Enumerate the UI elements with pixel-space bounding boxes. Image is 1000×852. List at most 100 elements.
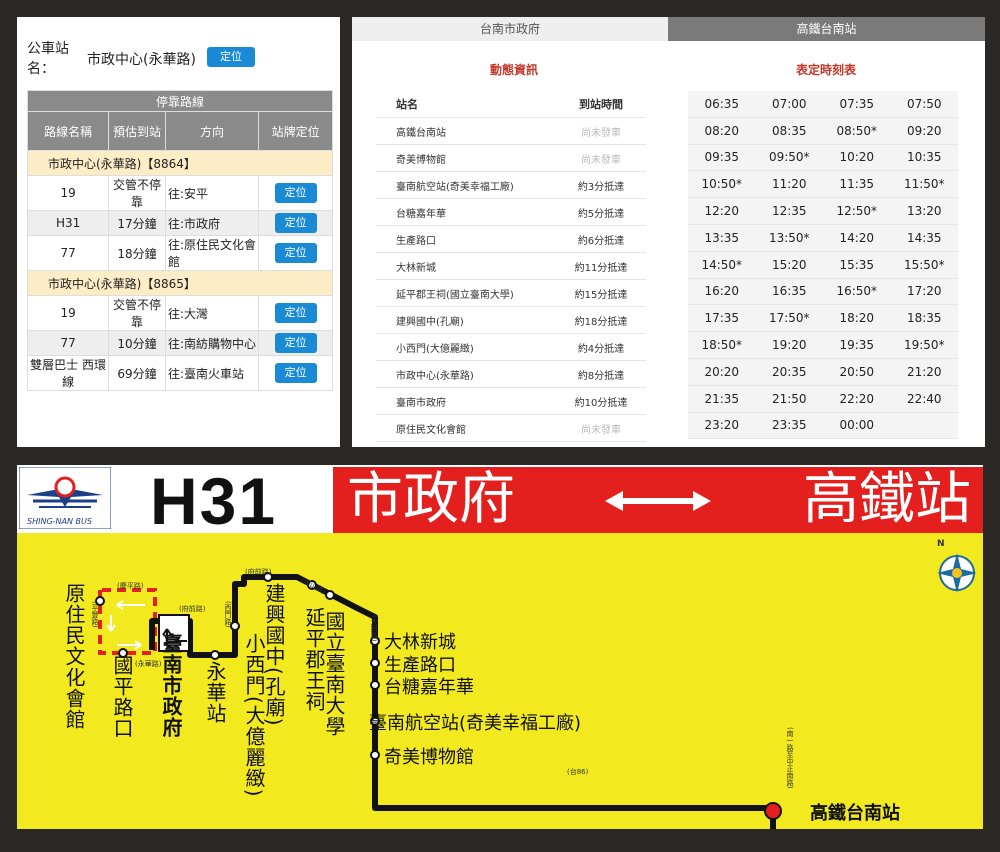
road-label: (西門路) xyxy=(224,601,232,628)
departure-time: 17:50* xyxy=(768,311,810,326)
arrival-time: 尚未發車 xyxy=(581,424,621,436)
route-eta: 10分鐘 xyxy=(108,330,166,356)
station-airport: 臺南航空站(奇美幸福工廠) xyxy=(369,713,582,734)
routes-caption: 停靠路線 xyxy=(27,90,333,112)
banner-header: SHING-NAN BUS H31 市政府 高鐵站 xyxy=(17,464,983,538)
stop-dot xyxy=(210,650,220,660)
departure-time: 11:35 xyxy=(839,177,875,192)
schedule-row: 10:50* 11:20 11:35 11:50* xyxy=(688,171,958,199)
schedule-row: 17:35 17:50* 18:20 18:35 xyxy=(688,305,958,333)
schedule-row: 18:50* 19:20 19:35 19:50* xyxy=(688,332,958,359)
departure-time: 13:50* xyxy=(768,230,810,245)
dynamic-header: 站名 到站時間 xyxy=(376,91,646,118)
station-name: 臺南市政府 xyxy=(396,397,446,409)
schedule-row: 13:35 13:50* 14:20 14:35 xyxy=(688,225,958,252)
arrival-time: 約10分抵達 xyxy=(574,397,628,409)
station-jianxing: 建興國中(孔廟) xyxy=(262,583,286,727)
list-item: 奇美博物館 尚未發車 xyxy=(376,145,646,172)
station-guoping-rd: 國平路口 xyxy=(110,655,134,739)
locate-button[interactable]: 定位 xyxy=(274,213,317,233)
station-city-hall: 臺南市政府 xyxy=(159,633,183,738)
departure-time: 19:50* xyxy=(903,338,945,353)
departure-time: 06:35 xyxy=(704,96,740,111)
station-name: 原住民文化會館 xyxy=(396,424,466,436)
departure-time: 18:20 xyxy=(839,311,875,326)
route-origin: 市政府 xyxy=(347,467,515,532)
departure-time: 14:35 xyxy=(906,230,942,245)
departure-time: 09:35 xyxy=(704,150,740,165)
arrival-time: 尚未發車 xyxy=(581,154,621,166)
departure-time: 11:50* xyxy=(903,177,945,192)
station-name: 延平郡王祠(國立臺南大學) xyxy=(396,289,514,301)
station-name: 奇美博物館 xyxy=(396,154,446,166)
station-name: 臺南航空站(奇美幸福工廠) xyxy=(396,181,514,193)
schedule-row: 16:20 16:35 16:50* 17:20 xyxy=(688,279,958,306)
list-item: 台糖嘉年華 約5分抵達 xyxy=(376,199,646,226)
arrival-time: 約4分抵達 xyxy=(577,343,625,355)
departure-time: 21:20 xyxy=(906,364,942,379)
tab-city-hall[interactable]: 台南市政府 xyxy=(352,17,668,41)
road-label: (平豐路) xyxy=(91,601,99,628)
list-item: 延平郡王祠(國立臺南大學) 約15分抵達 xyxy=(376,280,646,307)
schedule-grid: 06:35 07:00 07:35 07:50 08:20 08:35 08:50* 09:2… xyxy=(688,91,958,440)
stop-locate-button[interactable]: 定位 xyxy=(207,47,255,67)
departure-time: 20:35 xyxy=(771,364,807,379)
list-item: 臺南航空站(奇美幸福工廠) 約3分抵達 xyxy=(376,172,646,199)
departure-time: 07:35 xyxy=(839,96,875,111)
col-route: 路線名稱 xyxy=(26,111,110,151)
departure-time: 14:50* xyxy=(701,257,743,272)
dynamic-list: 站名 到站時間 高鐵台南站 尚未發車 奇美博物館 尚未發車 臺南航空站(奇美幸福工廠) 約… xyxy=(376,91,646,442)
departure-time: 10:20 xyxy=(839,150,875,165)
arrival-time: 尚未發車 xyxy=(581,127,621,139)
col-direction: 方向 xyxy=(164,111,260,151)
schedule-row: 06:35 07:00 07:35 07:50 xyxy=(688,91,958,118)
route-destination: 高鐵站 xyxy=(803,467,971,532)
station-yonghua: 永華站 xyxy=(203,661,227,724)
departure-time: 09:50* xyxy=(768,150,810,165)
route-number: 雙層巴士 西環線 xyxy=(26,355,110,391)
stop-dot xyxy=(370,750,380,760)
terminal-dot xyxy=(764,802,782,820)
route-direction: 往:大灣 xyxy=(164,295,260,331)
departure-time: 23:20 xyxy=(704,418,740,433)
locate-button[interactable]: 定位 xyxy=(274,303,317,323)
loop-path xyxy=(98,588,157,655)
departure-time: 10:35 xyxy=(906,150,942,165)
locate-button[interactable]: 定位 xyxy=(274,183,317,203)
station-nutn: 國立臺南大學 xyxy=(322,611,346,737)
departure-time: 08:35 xyxy=(771,123,807,138)
locate-button[interactable]: 定位 xyxy=(274,243,317,263)
compass-icon xyxy=(937,553,977,593)
tab-hsr-tainan[interactable]: 高鐵台南站 xyxy=(668,17,985,41)
departure-time: 18:50* xyxy=(701,338,743,353)
station-name: 建興國中(孔廟) xyxy=(396,316,464,328)
schedule-row: 21:35 21:50 22:20 22:40 xyxy=(688,386,958,413)
station-name: 台糖嘉年華 xyxy=(396,208,446,220)
departure-time: 16:20 xyxy=(704,284,740,299)
col-arrival: 到站時間 xyxy=(579,98,623,111)
arrival-time: 約11分抵達 xyxy=(574,262,628,274)
departure-time: 09:20 xyxy=(906,123,942,138)
schedule-row: 14:50* 15:20 15:35 15:50* xyxy=(688,252,958,279)
departure-time: 15:20 xyxy=(771,257,807,272)
departure-time: 07:00 xyxy=(771,96,807,111)
locate-button[interactable]: 定位 xyxy=(274,333,317,353)
group-title: 市政中心(永華路)【8864】 xyxy=(27,150,333,176)
arrival-time: 約15分抵達 xyxy=(574,289,628,301)
locate-button[interactable]: 定位 xyxy=(274,363,317,383)
departure-time: 00:00 xyxy=(839,418,875,433)
departure-time: 08:20 xyxy=(704,123,740,138)
station-name: 市政中心(永華路) xyxy=(396,370,474,382)
list-item: 原住民文化會館 尚未發車 xyxy=(376,415,646,442)
route-map-banner: SHING-NAN BUS H31 市政府 高鐵站 N 原住民文化會館 國平路口… xyxy=(17,464,983,829)
col-station: 站名 xyxy=(396,98,418,111)
table-row: 19 交管不停靠 往:大灣 定位 xyxy=(26,295,333,331)
list-item: 臺南市政府 約10分抵達 xyxy=(376,388,646,415)
departure-time: 19:35 xyxy=(839,338,875,353)
departure-time: 21:50 xyxy=(771,391,807,406)
station-name: 生產路口 xyxy=(396,235,436,247)
road-label: (南一路至中正南路) xyxy=(786,727,794,789)
schedule-row: 20:20 20:35 20:50 21:20 xyxy=(688,359,958,386)
departure-time: 12:20 xyxy=(704,204,740,219)
departure-time: 19:20 xyxy=(771,338,807,353)
